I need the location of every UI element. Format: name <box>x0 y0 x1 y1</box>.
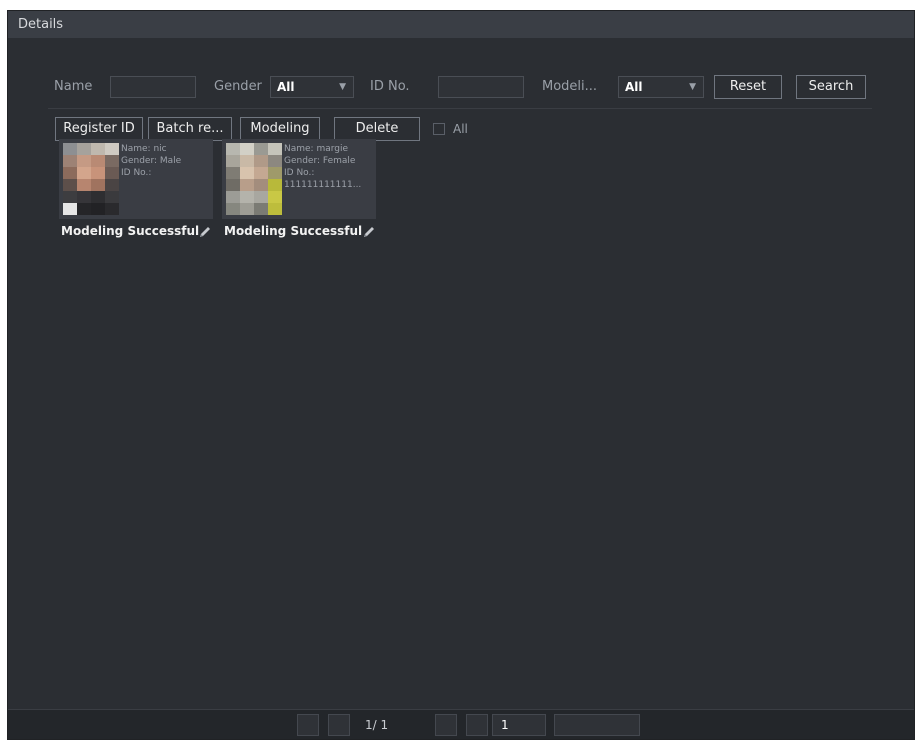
select-all-label: All <box>453 122 468 136</box>
person-gender: Gender: Male <box>121 156 182 166</box>
reset-button[interactable]: Reset <box>714 75 782 99</box>
id-input[interactable] <box>438 76 524 98</box>
person-info: Name: nic Gender: Male ID No.: <box>121 143 211 179</box>
face-photo <box>226 143 282 215</box>
person-gender: Gender: Female <box>284 156 356 166</box>
chevron-down-icon: ▼ <box>339 82 346 92</box>
name-input[interactable] <box>110 76 196 98</box>
next-page-button[interactable] <box>435 714 457 736</box>
name-label: Name <box>54 79 93 94</box>
pagination-bar: 1/ 1 1 <box>8 709 914 739</box>
first-page-button[interactable] <box>297 714 319 736</box>
chevron-down-icon: ▼ <box>689 82 696 92</box>
modeling-button[interactable]: Modeling <box>240 117 320 141</box>
goto-button[interactable] <box>554 714 640 736</box>
person-name: Name: margie <box>284 144 349 154</box>
last-page-button[interactable] <box>466 714 488 736</box>
goto-page-input[interactable]: 1 <box>492 714 546 736</box>
search-button[interactable]: Search <box>796 75 866 99</box>
modeling-status: Modeling Successful <box>61 224 200 238</box>
delete-button[interactable]: Delete <box>334 117 420 141</box>
window-title: Details <box>8 11 914 38</box>
gender-select-value: All <box>277 80 295 94</box>
page-indicator: 1/ 1 <box>365 718 389 732</box>
modeling-label: Modeli... <box>542 79 598 94</box>
batch-register-button[interactable]: Batch re... <box>148 117 232 141</box>
modeling-select-value: All <box>625 80 643 94</box>
id-label: ID No. <box>370 79 410 94</box>
select-all-checkbox[interactable] <box>433 123 445 135</box>
person-name: Name: nic <box>121 144 167 154</box>
details-window: Details Name Gender All ▼ ID No. Modeli.… <box>7 10 915 740</box>
register-id-button[interactable]: Register ID <box>55 117 143 141</box>
person-info: Name: margie Gender: Female ID No.: 1111… <box>284 143 374 191</box>
person-id: ID No.: <box>121 168 152 178</box>
filter-bar: Name Gender All ▼ ID No. Modeli... All ▼… <box>48 65 872 109</box>
person-card[interactable]: Name: margie Gender: Female ID No.: 1111… <box>222 139 376 219</box>
pencil-icon[interactable] <box>198 224 212 238</box>
person-id: ID No.: <box>284 168 315 178</box>
gender-label: Gender <box>214 79 262 94</box>
pencil-icon[interactable] <box>362 224 376 238</box>
action-bar: Register ID Batch re... Modeling Delete … <box>55 117 505 141</box>
previous-page-button[interactable] <box>328 714 350 736</box>
person-id-value: 111111111111... <box>284 180 362 190</box>
person-card[interactable]: Name: nic Gender: Male ID No.: <box>59 139 213 219</box>
modeling-status: Modeling Successful <box>224 224 363 238</box>
face-photo <box>63 143 119 215</box>
gender-select[interactable]: All ▼ <box>270 76 354 98</box>
modeling-select[interactable]: All ▼ <box>618 76 704 98</box>
